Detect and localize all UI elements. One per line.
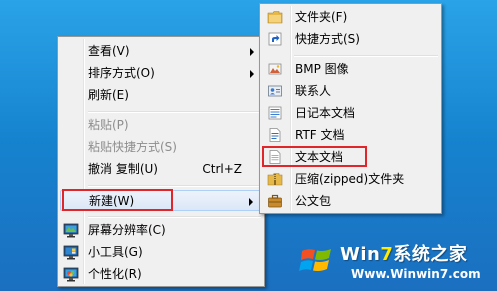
submenu-item-label: RTF 文档 [295,128,345,142]
gadgets-icon [63,244,79,260]
submenu-arrow-icon [249,198,253,206]
menu-item-label: 小工具(G) [88,245,143,259]
new-submenu: 文件夹(F) 快捷方式(S) BMP 图像 联系人 日记本文档 RTF 文档 文… [259,3,442,214]
submenu-item-label: 压缩(zipped)文件夹 [295,172,405,186]
submenu-item-journal[interactable]: 日记本文档 [262,103,439,124]
submenu-item-bmp-image[interactable]: BMP 图像 [262,59,439,80]
menu-item-label: 个性化(R) [88,267,142,281]
menu-item-sort-by[interactable]: 排序方式(O) [60,63,262,84]
menu-item-paste[interactable]: 粘贴(P) [60,115,262,136]
watermark-title: Win7系统之家 [340,244,468,265]
menu-item-label: 排序方式(O) [88,66,155,80]
menu-separator [88,185,261,187]
shortcut-icon [267,31,283,47]
submenu-item-folder[interactable]: 文件夹(F) [262,7,439,28]
watermark-url: Www.Winwin7.com [351,267,481,281]
submenu-item-label: 文件夹(F) [295,10,348,24]
text-document-highlight-box [262,146,367,167]
menu-item-label: 刷新(E) [88,88,129,102]
menu-item-paste-shortcut[interactable]: 粘贴快捷方式(S) [60,137,262,158]
personalize-icon [63,266,79,282]
submenu-item-briefcase[interactable]: 公文包 [262,191,439,212]
desktop-context-menu: 查看(V) 排序方式(O) 刷新(E) 粘贴(P) 粘贴快捷方式(S) 撤消 复… [57,36,265,287]
submenu-item-label: 日记本文档 [295,106,356,120]
briefcase-icon [267,193,283,209]
submenu-item-shortcut[interactable]: 快捷方式(S) [262,29,439,50]
menu-separator [88,111,261,113]
submenu-arrow-icon [250,70,254,78]
menu-item-label: 撤消 复制(U) [88,162,158,176]
submenu-item-zip-folder[interactable]: 压缩(zipped)文件夹 [262,169,439,190]
bmp-image-icon [267,61,283,77]
submenu-item-rtf-document[interactable]: RTF 文档 [262,125,439,146]
journal-icon [267,105,283,121]
submenu-arrow-icon [250,48,254,56]
submenu-item-label: 联系人 [295,84,332,98]
submenu-item-label: 公文包 [295,194,332,208]
menu-item-refresh[interactable]: 刷新(E) [60,85,262,106]
contact-icon [267,83,283,99]
submenu-item-label: 快捷方式(S) [295,32,360,46]
menu-item-undo-copy[interactable]: 撤消 复制(U) Ctrl+Z [60,159,262,180]
menu-separator [294,55,438,57]
menu-item-label: 查看(V) [88,44,130,58]
submenu-item-label: BMP 图像 [295,62,349,76]
rtf-document-icon [267,127,283,143]
menu-item-gadgets[interactable]: 小工具(G) [60,242,262,263]
windows-flag-icon [299,242,335,278]
submenu-item-contact[interactable]: 联系人 [262,81,439,102]
menu-item-view[interactable]: 查看(V) [60,41,262,62]
menu-item-shortcut: Ctrl+Z [202,162,242,176]
menu-item-label: 粘贴快捷方式(S) [88,140,177,154]
new-item-highlight-box [62,189,173,211]
menu-separator [88,216,261,218]
folder-icon [267,9,283,25]
zip-folder-icon [267,171,283,187]
menu-item-screen-resolution[interactable]: 屏幕分辨率(C) [60,220,262,241]
menu-item-personalize[interactable]: 个性化(R) [60,264,262,285]
site-watermark: Win7系统之家 Www.Winwin7.com [295,232,495,290]
display-resolution-icon [63,222,79,238]
menu-item-label: 粘贴(P) [88,118,129,132]
menu-item-label: 屏幕分辨率(C) [88,223,166,237]
